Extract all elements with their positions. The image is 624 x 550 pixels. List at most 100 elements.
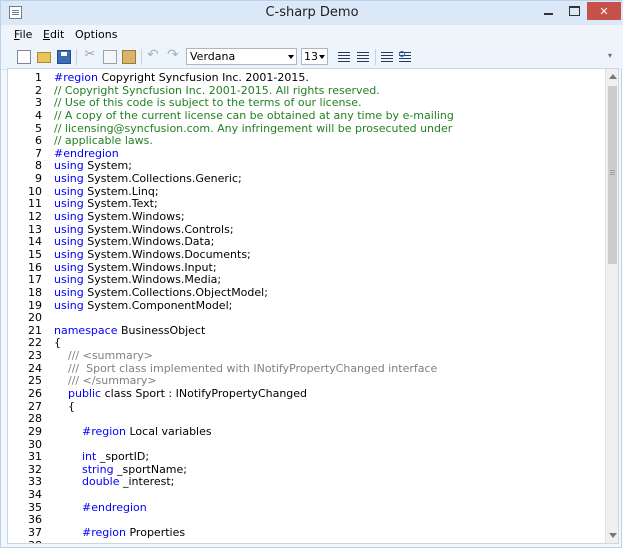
toolbar-overflow-icon[interactable]: ▾ [608,51,612,60]
code-editor[interactable]: 1 #region Copyright Syncfusion Inc. 2001-… [7,68,619,544]
code-token: System.Text; [83,197,158,211]
code-token: System.Windows.Data; [83,235,215,249]
keyword-token: string [81,462,114,476]
code-line[interactable]: 37 #region Properties [8,526,604,540]
scroll-thumb[interactable] [608,86,617,264]
keyword-token: using [54,159,84,173]
title-bar[interactable]: C-sharp Demo ✕ [1,1,623,26]
code-token: Copyright Syncfusion Inc. 2001-2015. [98,71,309,84]
code-token: System.Windows.Documents; [83,247,251,261]
line-number: 18 [28,285,42,299]
outdent-icon[interactable] [399,51,413,63]
open-folder-icon[interactable] [37,52,51,63]
code-line[interactable]: 29 #region Local variables [8,424,604,439]
line-number: 20 [28,311,42,325]
toolbar-separator [141,49,142,65]
font-family-select[interactable]: Verdana [186,48,297,65]
code-line[interactable]: 26 public class Sport : INotifyPropertyC… [8,387,604,401]
close-icon: ✕ [599,4,609,18]
keyword-token: #endregion [54,146,119,160]
font-size-value: 13 [304,50,318,63]
undo-icon[interactable]: ↶ [147,47,161,63]
code-token: Local variables [126,424,212,438]
vertical-scrollbar[interactable] [605,69,618,543]
code-line[interactable]: 27 { [8,399,604,414]
line-number: 23 [28,349,42,363]
code-token: System.Collections.ObjectModel; [83,285,268,299]
maximize-button[interactable] [561,2,587,20]
code-line-text: using System.ComponentModel; [54,298,233,313]
keyword-token: #endregion [81,500,147,514]
copy-icon[interactable] [103,50,117,64]
doc-comment-token: /// <summary> [54,349,153,363]
menu-options-label: Options [75,28,118,41]
minimize-icon [543,13,553,15]
code-token: _interest; [119,475,175,489]
keyword-token: using [54,247,84,261]
line-number: 28 [28,412,42,426]
menu-edit[interactable]: Edit [43,28,64,41]
maximize-icon [568,6,580,16]
code-line[interactable]: 35 #endregion [8,500,604,515]
code-token: System.Windows; [83,210,185,224]
cut-icon[interactable]: ✂ [83,47,97,62]
code-line[interactable]: 33 double _interest; [8,476,604,489]
paste-icon[interactable] [122,50,136,64]
keyword-token: namespace [54,323,118,337]
keyword-token: #region [54,71,99,84]
chevron-down-icon [288,55,294,59]
menu-options[interactable]: Options [75,28,117,41]
menu-file-label: ile [19,28,33,41]
line-number: 37 [28,526,42,540]
chevron-down-icon [319,55,325,59]
line-number: 9 [35,172,42,186]
code-line[interactable]: 19 using System.ComponentModel; [8,298,604,313]
keyword-token: using [54,172,84,186]
scroll-down-icon[interactable] [609,533,617,538]
redo-icon[interactable]: ↷ [167,47,181,63]
toolbar-separator [375,49,376,65]
keyword-token: using [54,273,84,287]
code-token: System.ComponentModel; [83,298,233,312]
line-number: 38 [12,539,42,543]
keyword-token: #region [81,526,126,540]
indent-icon[interactable] [381,52,395,63]
line-number: 29 [28,424,42,438]
comment-token: // A copy of the current license can be … [54,108,454,122]
font-size-select[interactable]: 13 [301,48,328,65]
code-token: BusinessObject [117,323,206,337]
save-icon[interactable] [57,50,71,64]
scroll-up-icon[interactable] [609,74,617,79]
code-token: Properties [126,526,186,540]
code-line[interactable]: 21 namespace BusinessObject [8,323,604,338]
menu-bar: File Edit Options [1,25,623,45]
keyword-token: using [54,260,84,274]
code-line-text: double _interest; [54,476,174,489]
menu-file[interactable]: File [14,28,32,41]
code-line[interactable]: 38 [8,539,604,543]
menu-edit-accel: E [43,28,50,41]
code-line-text: #region Local variables [54,424,212,439]
code-token: _sportID; [96,450,150,464]
keyword-token: int [81,450,97,464]
keyword-token: double [81,475,120,489]
minimize-button[interactable] [535,2,561,20]
align-right-icon[interactable] [357,52,371,63]
font-family-value: Verdana [190,50,236,63]
code-token: System.Windows.Controls; [83,222,234,236]
line-number: 17 [28,273,42,287]
keyword-token: using [54,285,84,299]
line-number: 31 [28,450,42,464]
code-line-text: #region Properties [54,526,186,540]
close-button[interactable]: ✕ [587,2,621,20]
code-line-text: namespace BusinessObject [54,323,206,338]
code-token: System.Windows.Media; [83,273,222,287]
code-token: { [54,399,75,413]
new-file-icon[interactable] [17,50,31,64]
align-left-icon[interactable] [338,52,352,63]
